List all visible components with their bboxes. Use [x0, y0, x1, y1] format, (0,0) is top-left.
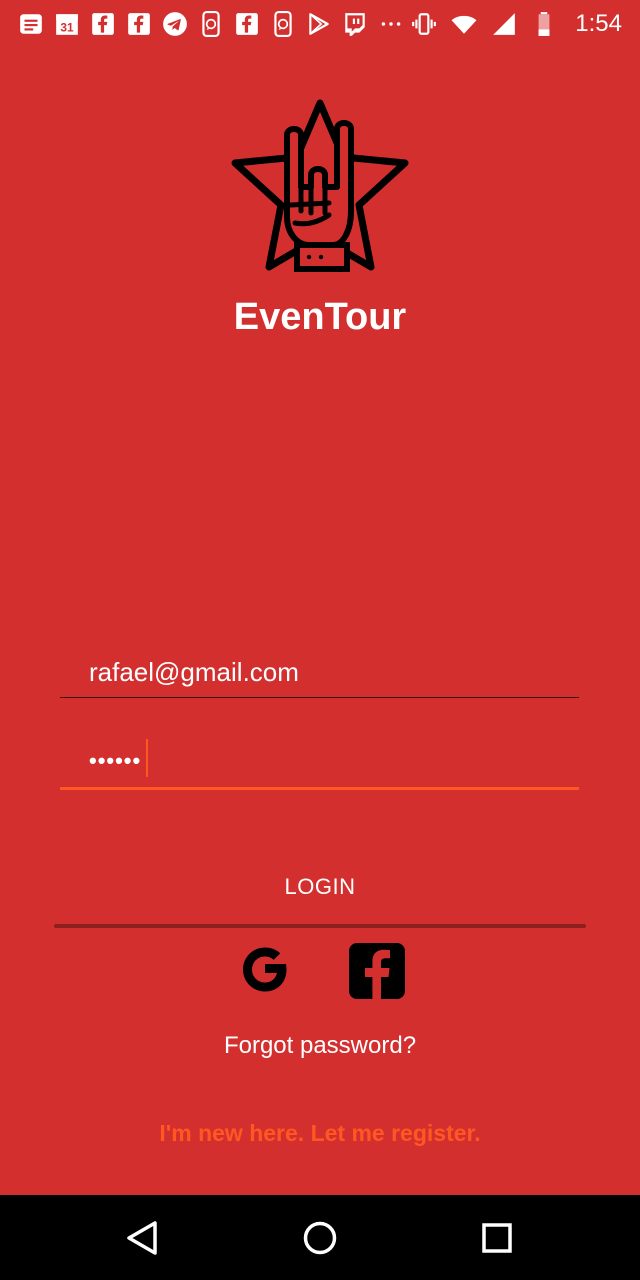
system-icons: 1:54 [411, 6, 622, 42]
back-button[interactable] [118, 1213, 168, 1263]
calendar-icon: 31 [54, 11, 80, 37]
facebook-icon [349, 943, 405, 999]
twitch-icon [342, 11, 368, 37]
facebook-icon [234, 11, 260, 37]
whatsapp-icon [270, 11, 296, 37]
signal-icon [491, 11, 517, 37]
recent-apps-icon [482, 1223, 512, 1253]
facebook-icon [126, 11, 152, 37]
app-title: EvenTour [233, 296, 407, 338]
more-icon [378, 11, 404, 37]
status-bar: 31 1:54 [0, 0, 640, 48]
recent-apps-button[interactable] [472, 1213, 522, 1263]
calendar-day: 31 [60, 21, 74, 35]
back-icon [127, 1221, 157, 1255]
home-button[interactable] [295, 1213, 345, 1263]
app-logo [225, 95, 415, 275]
message-icon [18, 11, 44, 37]
password-field[interactable]: •••••• [60, 734, 579, 790]
telegram-icon [162, 11, 188, 37]
facebook-login-button[interactable] [348, 942, 406, 1000]
whatsapp-icon [198, 11, 224, 37]
vibrate-icon [411, 11, 437, 37]
home-icon [303, 1221, 337, 1255]
google-login-button[interactable] [236, 942, 294, 1000]
clock: 1:54 [575, 10, 622, 37]
login-screen: 31 1:54 EvenTour rafael@gmail.com ••••••… [0, 0, 640, 1280]
navigation-bar [0, 1195, 640, 1280]
wifi-icon [451, 11, 477, 37]
text-cursor [146, 739, 148, 777]
password-value: •••••• [89, 748, 142, 773]
facebook-icon [90, 11, 116, 37]
google-icon [243, 947, 287, 992]
notification-icons: 31 [18, 6, 404, 42]
login-button-underline [54, 924, 586, 928]
rock-hand-star-icon [231, 99, 409, 272]
login-button[interactable]: LOGIN [54, 848, 586, 926]
register-link[interactable]: I'm new here. Let me register. [0, 1120, 640, 1147]
email-field[interactable] [60, 648, 579, 698]
battery-icon [531, 11, 557, 37]
forgot-password-link[interactable]: Forgot password? [0, 1032, 640, 1060]
play-store-icon [306, 11, 332, 37]
